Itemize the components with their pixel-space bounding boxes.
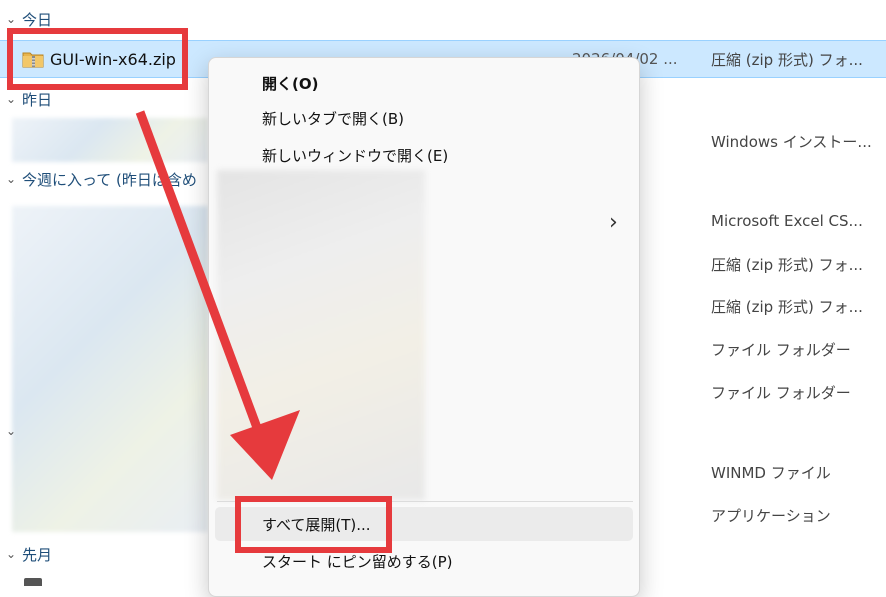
annotation-arrow — [135, 110, 300, 480]
